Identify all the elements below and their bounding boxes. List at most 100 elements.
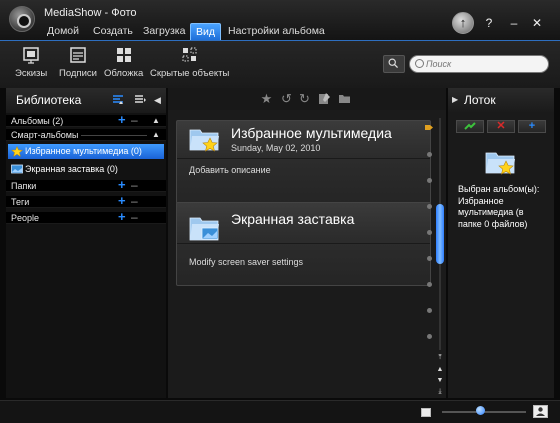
star-folder-icon	[189, 129, 219, 152]
title-bar: MediaShow - Фото Домой Создать Загрузка …	[0, 0, 560, 40]
captions-icon	[70, 47, 86, 63]
rotate-left-icon[interactable]: ↺	[280, 92, 293, 105]
card-divider	[177, 243, 430, 244]
tab-upload[interactable]: Загрузка	[143, 23, 185, 40]
rail-dot[interactable]	[427, 230, 432, 235]
tags-section[interactable]: Теги + –	[6, 194, 166, 208]
thumbnails-button[interactable]: Эскизы	[15, 46, 47, 79]
captions-label: Подписи	[59, 68, 97, 79]
favorite-star-icon[interactable]: ★	[260, 92, 273, 105]
cover-label: Обложка	[104, 68, 144, 79]
tray-delete-button[interactable]: ✕	[487, 120, 515, 133]
search-box	[383, 55, 549, 73]
rail-dot[interactable]	[427, 152, 432, 157]
timeline-rail	[425, 124, 434, 344]
tray-apply-button[interactable]	[456, 120, 484, 133]
view-list-icon[interactable]	[134, 95, 146, 105]
rail-dot[interactable]	[427, 334, 432, 339]
star-folder-icon	[11, 146, 23, 157]
hidden-objects-button[interactable]: Скрытые объекты	[150, 46, 229, 79]
collapse-smart-albums-icon[interactable]: ▲	[152, 129, 160, 141]
help-button[interactable]: ?	[482, 16, 496, 30]
cover-button[interactable]: Обложка	[104, 46, 143, 79]
add-icon: +	[528, 120, 536, 132]
add-folder-icon[interactable]: +	[118, 178, 126, 191]
vertical-scrollbar[interactable]	[436, 118, 444, 350]
thumbnails-icon	[23, 47, 39, 64]
add-tag-icon[interactable]: +	[118, 194, 126, 207]
minimize-button[interactable]: –	[507, 16, 521, 30]
people-search-icon	[388, 58, 399, 69]
people-section[interactable]: People + –	[6, 210, 166, 224]
library-item-label: Избранное мультимедиа (0)	[25, 146, 142, 156]
rotate-right-icon[interactable]: ↻	[298, 92, 311, 105]
update-icon[interactable]: ↑	[452, 12, 474, 34]
add-person-icon[interactable]: +	[118, 210, 126, 223]
library-item-favorite-media[interactable]: Избранное мультимедиа (0)	[8, 144, 164, 159]
rail-dot[interactable]	[427, 178, 432, 183]
window-title: MediaShow - Фото	[44, 7, 137, 19]
album-edit-icon[interactable]	[318, 92, 331, 105]
library-item-label: Экранная заставка (0)	[25, 164, 118, 174]
hidden-objects-label: Скрытые объекты	[150, 68, 230, 79]
collapse-panel-icon[interactable]: ◀	[154, 95, 161, 106]
rail-dot[interactable]	[427, 308, 432, 313]
scroll-top-icon[interactable]: ⤒	[436, 353, 444, 362]
album-toolbar: ★ ↺ ↻	[168, 88, 446, 110]
album-card-screensaver[interactable]: Экранная заставка Modify screen saver se…	[176, 202, 431, 286]
folders-section[interactable]: Папки + –	[6, 178, 166, 192]
tray-add-button[interactable]: +	[518, 120, 546, 133]
remove-album-icon[interactable]: –	[131, 114, 138, 126]
library-item-screensaver[interactable]: Экранная заставка (0)	[8, 162, 164, 177]
zoom-in-icon[interactable]	[533, 405, 548, 418]
search-input[interactable]	[409, 55, 549, 73]
rail-dot[interactable]	[427, 204, 432, 209]
current-marker-icon	[425, 125, 433, 130]
zoom-out-icon[interactable]	[421, 408, 431, 417]
section-divider	[81, 135, 147, 136]
tab-album-settings[interactable]: Настройки альбома	[228, 23, 325, 40]
smart-albums-label: Смарт-альбомы	[11, 130, 79, 140]
collapse-albums-icon[interactable]: ▲	[152, 115, 160, 127]
zoom-slider-knob[interactable]	[475, 406, 485, 415]
cover-icon	[116, 48, 131, 62]
smart-albums-section[interactable]: Смарт-альбомы ▲	[6, 129, 166, 141]
remove-folder-icon[interactable]: –	[131, 179, 138, 191]
screensaver-folder-icon	[189, 217, 219, 241]
captions-button[interactable]: Подписи	[59, 46, 97, 79]
library-panel: Библиотека ◀ Альбомы (2) + – ▲ Смарт-аль…	[6, 88, 166, 398]
tab-home[interactable]: Домой	[47, 23, 79, 40]
album-name[interactable]: Экранная заставка	[231, 211, 354, 227]
rail-dot[interactable]	[427, 282, 432, 287]
library-title: Библиотека	[16, 93, 82, 107]
album-card-favorite-media[interactable]: Избранное мультимедиа Sunday, May 02, 20…	[176, 120, 431, 204]
tab-view[interactable]: Вид	[190, 23, 221, 40]
view-toolbar: Эскизы Подписи Обложка Скрытые объекты	[0, 40, 560, 88]
add-album-icon[interactable]: +	[118, 113, 126, 126]
album-description[interactable]: Modify screen saver settings	[189, 257, 303, 267]
close-button[interactable]: ✕	[530, 16, 544, 30]
people-section-label: People	[11, 213, 40, 223]
thumbnails-label: Эскизы	[15, 68, 48, 79]
sort-list-icon[interactable]	[112, 95, 124, 105]
tray-title: Лоток	[464, 93, 496, 107]
rail-dot[interactable]	[427, 256, 432, 261]
scroll-down-icon[interactable]: ▼	[436, 376, 444, 385]
tab-create[interactable]: Создать	[93, 23, 133, 40]
scroll-thumb[interactable]	[436, 204, 444, 264]
folder-icon[interactable]	[338, 92, 351, 105]
scroll-up-icon[interactable]: ▲	[436, 365, 444, 374]
status-bar	[0, 400, 560, 423]
folders-section-label: Папки	[11, 181, 37, 191]
album-name[interactable]: Избранное мультимедиа	[231, 125, 392, 141]
tray-selection-info: Выбран альбом(ы): Избранное мультимедиа …	[458, 184, 540, 229]
albums-section[interactable]: Альбомы (2) + – ▲	[6, 113, 166, 127]
album-description[interactable]: Добавить описание	[189, 165, 271, 175]
remove-person-icon[interactable]: –	[131, 211, 138, 223]
albums-section-label: Альбомы (2)	[11, 116, 64, 126]
scroll-bottom-icon[interactable]: ⤓	[436, 387, 444, 396]
app-logo-icon[interactable]	[9, 6, 35, 32]
expand-tray-icon[interactable]: ▶	[452, 95, 458, 104]
remove-tag-icon[interactable]: –	[131, 195, 138, 207]
people-search-button[interactable]	[383, 55, 405, 73]
